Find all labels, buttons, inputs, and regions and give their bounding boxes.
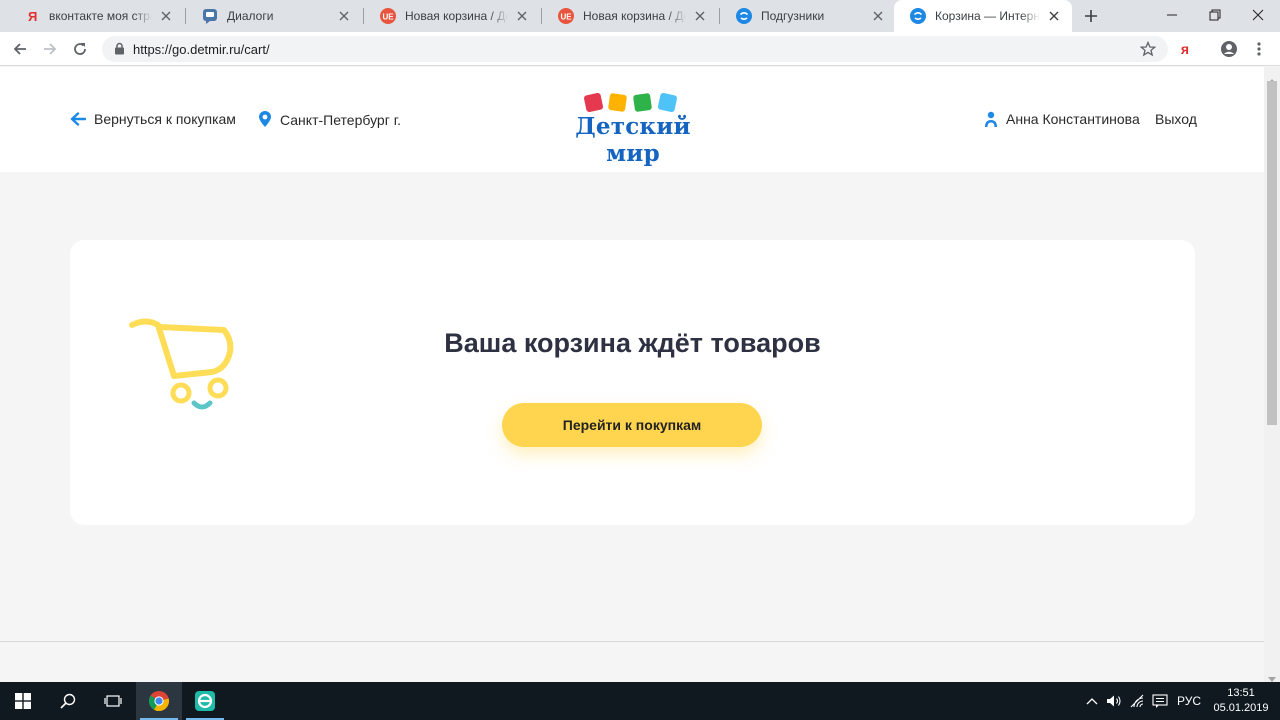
back-button[interactable] (7, 36, 33, 62)
close-icon[interactable] (1046, 8, 1062, 24)
logo-text: Детский мир (575, 113, 691, 167)
svg-text:Я: Я (28, 9, 37, 23)
tab-title: Новая корзина / Детский мир (583, 9, 686, 23)
start-button[interactable] (0, 682, 46, 720)
scroll-up-icon[interactable] (1268, 71, 1276, 84)
detmir-logo[interactable]: Детский мир (548, 91, 718, 167)
browser-menu-button[interactable] (1248, 38, 1270, 60)
lock-icon (114, 42, 125, 60)
page-scrollbar[interactable] (1264, 67, 1280, 682)
new-tab-button[interactable] (1080, 5, 1102, 27)
empty-cart-title: Ваша корзина ждёт товаров (444, 328, 821, 358)
minimize-icon (1167, 14, 1177, 16)
user-icon (984, 111, 998, 127)
back-link-label: Вернуться к покупкам (94, 111, 236, 127)
arrow-left-icon (13, 43, 26, 55)
browser-tab[interactable]: Подгузники (720, 0, 896, 32)
profile-button[interactable] (1218, 38, 1240, 60)
page-bottom-area (0, 642, 1264, 682)
close-window-button[interactable] (1235, 0, 1280, 30)
vk-messages-icon (202, 8, 218, 24)
search-button[interactable] (46, 682, 90, 720)
arrow-right-icon (44, 43, 57, 55)
ue-icon: UE (558, 8, 574, 24)
browser-tab[interactable]: Диалоги (186, 0, 362, 32)
chrome-icon (148, 691, 170, 712)
chevron-up-icon[interactable] (1084, 693, 1100, 709)
taskbar-chrome-app[interactable] (136, 682, 182, 720)
reload-icon (74, 43, 86, 55)
user-name: Анна Константинова (1006, 111, 1140, 127)
close-icon (1252, 9, 1264, 21)
browser-tab-active[interactable]: Корзина — Интернет-магазин (894, 0, 1072, 32)
plus-icon (1085, 10, 1097, 22)
eset-icon (195, 691, 215, 711)
location-pin-icon (258, 111, 272, 128)
close-icon[interactable] (870, 8, 886, 24)
volume-icon[interactable] (1106, 693, 1122, 709)
restore-icon (1209, 9, 1221, 21)
city-selector[interactable]: Санкт-Петербург г. (258, 111, 401, 128)
close-icon[interactable] (336, 8, 352, 24)
tab-title: Диалоги (227, 9, 274, 23)
svg-text:UE: UE (561, 13, 573, 22)
yandex-icon: Я (24, 8, 40, 24)
task-view-icon (104, 695, 122, 707)
restore-button[interactable] (1192, 0, 1238, 30)
bookmark-star-icon[interactable] (1139, 40, 1157, 62)
close-icon[interactable] (514, 8, 530, 24)
tab-title: Корзина — Интернет-магазин (935, 9, 1040, 23)
go-shopping-button[interactable]: Перейти к покупкам (502, 403, 762, 447)
page-viewport: Вернуться к покупкам Санкт-Петербург г. … (0, 67, 1264, 682)
input-language[interactable]: РУС (1177, 694, 1201, 708)
more-vertical-icon (1257, 42, 1261, 56)
taskbar-eset-app[interactable] (182, 682, 228, 720)
browser-toolbar: https://go.detmir.ru/cart/ я (0, 32, 1280, 66)
address-bar[interactable]: https://go.detmir.ru/cart/ (102, 36, 1168, 62)
browser-tab[interactable]: UE Новая корзина / Детский мир (364, 0, 540, 32)
ue-icon: UE (380, 8, 396, 24)
reload-button[interactable] (67, 36, 93, 62)
detmir-icon (910, 8, 926, 24)
browser-tab-strip: Я вконтакте моя страница Диалоги UE Нова… (0, 0, 1280, 32)
logout-link[interactable]: Выход (1155, 111, 1197, 127)
minimize-button[interactable] (1149, 0, 1195, 30)
tab-title: Новая корзина / Детский мир (405, 9, 508, 23)
back-to-shopping-link[interactable]: Вернуться к покупкам (70, 111, 236, 127)
windows-logo-icon (15, 693, 31, 709)
url-text: https://go.detmir.ru/cart/ (133, 42, 270, 57)
network-icon[interactable] (1130, 693, 1146, 709)
user-profile-link[interactable]: Анна Константинова (984, 111, 1140, 127)
browser-tab[interactable]: UE Новая корзина / Детский мир (542, 0, 718, 32)
svg-text:UE: UE (383, 13, 395, 22)
account-icon (1221, 41, 1237, 57)
site-header: Вернуться к покупкам Санкт-Петербург г. … (0, 67, 1264, 172)
close-icon[interactable] (158, 8, 174, 24)
notification-icon[interactable] (1152, 693, 1168, 709)
taskbar-clock[interactable]: 13:51 05.01.2019 (1212, 686, 1270, 716)
arrow-left-icon (70, 112, 86, 126)
tab-title: вконтакте моя страница (49, 9, 152, 23)
search-icon (60, 693, 76, 709)
forward-button[interactable] (37, 36, 63, 62)
yandex-extension-label: я (1180, 41, 1190, 57)
clock-time: 13:51 (1227, 687, 1255, 699)
clock-date: 05.01.2019 (1213, 702, 1269, 714)
tab-title: Подгузники (761, 9, 825, 23)
task-view-button[interactable] (90, 682, 136, 720)
detmir-icon (736, 8, 752, 24)
windows-taskbar: РУС 13:51 05.01.2019 (0, 682, 1280, 720)
logo-squares-icon (583, 92, 678, 113)
close-icon[interactable] (692, 8, 708, 24)
yandex-extension-button[interactable]: я (1174, 38, 1196, 60)
scroll-down-icon[interactable] (1268, 670, 1276, 682)
browser-tab[interactable]: Я вконтакте моя страница (8, 0, 184, 32)
empty-cart-card: Ваша корзина ждёт товаров Перейти к поку… (70, 240, 1195, 525)
scrollbar-thumb[interactable] (1267, 81, 1277, 425)
city-label: Санкт-Петербург г. (280, 111, 401, 128)
